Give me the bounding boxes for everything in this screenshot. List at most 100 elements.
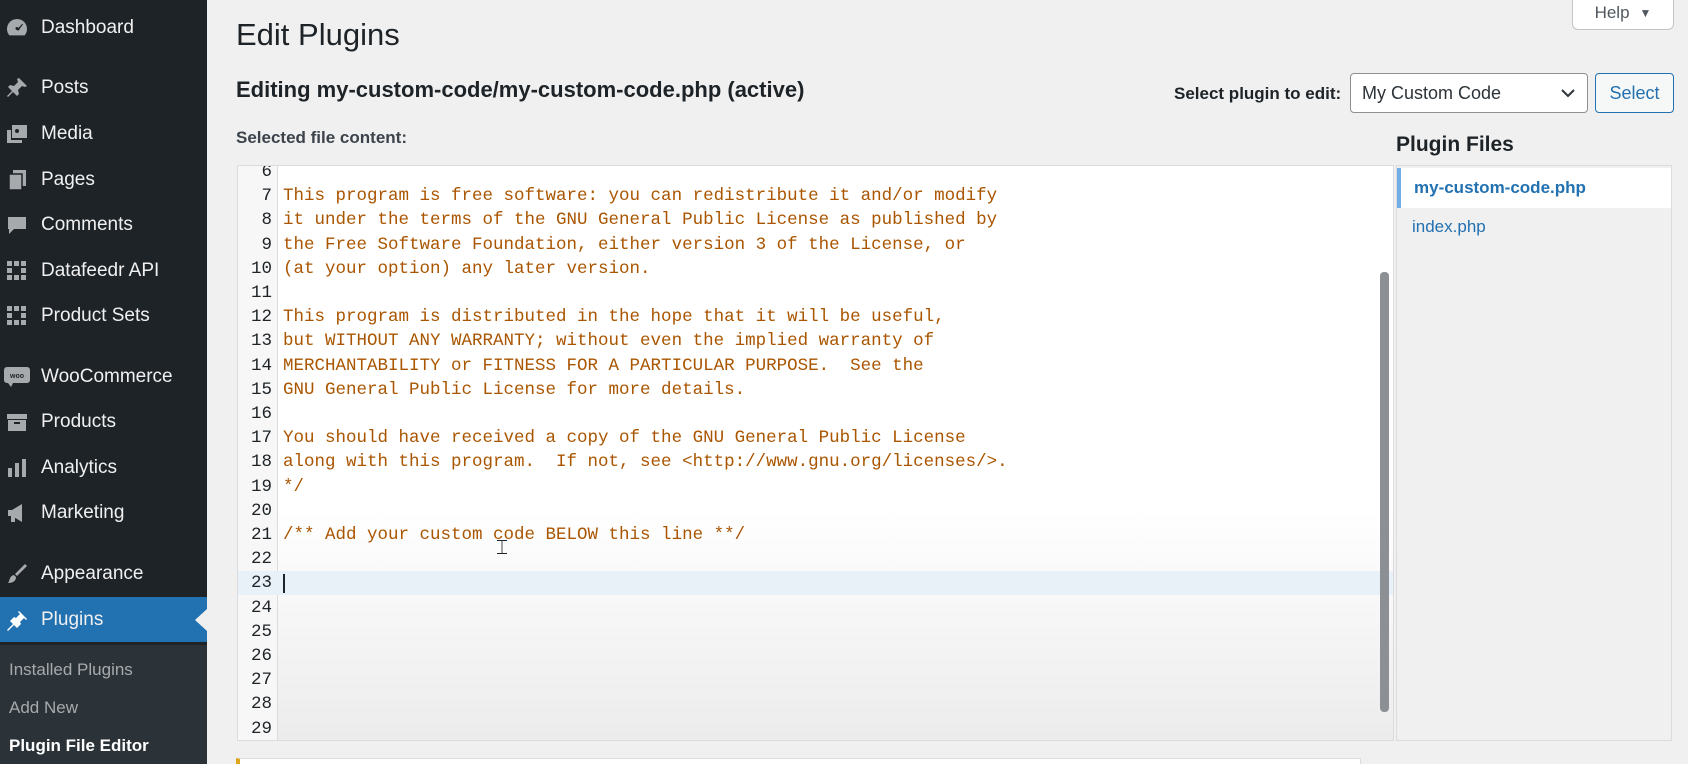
menu-item-marketing[interactable]: Marketing xyxy=(0,490,207,535)
line-number: 17 xyxy=(250,428,272,449)
line-text: /** Add your custom code BELOW this line… xyxy=(283,525,746,545)
caret-down-icon: ▼ xyxy=(1639,5,1652,20)
menu-item-product-sets[interactable]: Product Sets xyxy=(0,293,207,338)
code-line[interactable]: 11 xyxy=(238,281,1393,305)
line-number: 22 xyxy=(250,549,272,570)
submenu-installed-plugins[interactable]: Installed Plugins xyxy=(9,660,133,680)
menu-item-media[interactable]: Media xyxy=(0,111,207,156)
code-line[interactable]: 28 xyxy=(238,692,1393,716)
line-number: 9 xyxy=(261,234,272,255)
help-label: Help xyxy=(1594,2,1630,22)
line-number: 13 xyxy=(250,331,272,352)
menu-item-analytics[interactable]: Analytics xyxy=(0,445,207,490)
code-line[interactable]: 25 xyxy=(238,620,1393,644)
grid-icon xyxy=(4,258,30,284)
code-line[interactable]: 13 but WITHOUT ANY WARRANTY; without even… xyxy=(238,329,1393,353)
menu-label: Datafeedr API xyxy=(41,259,160,281)
woo-icon: woo xyxy=(4,364,30,390)
select-plugin-label: Select plugin to edit: xyxy=(1174,84,1342,103)
line-number: 16 xyxy=(250,404,272,424)
svg-text:woo: woo xyxy=(9,373,24,380)
menu-label: Posts xyxy=(41,76,89,98)
line-text: This program is distributed in the hope … xyxy=(283,307,945,328)
plugin-files-list: my-custom-code.php index.php xyxy=(1396,165,1672,741)
line-number: 28 xyxy=(250,694,272,715)
code-line[interactable]: 21 /** Add your custom code BELOW this li… xyxy=(238,523,1393,547)
code-line[interactable]: 24 xyxy=(238,596,1393,620)
file-content-label: Selected file content: xyxy=(236,128,407,147)
admin-sidebar: Dashboard Posts Media Pages Comments Dat… xyxy=(0,0,207,764)
line-number: 21 xyxy=(250,525,272,545)
menu-item-plugins[interactable]: Plugins xyxy=(0,597,207,642)
code-line[interactable]: 29 xyxy=(238,717,1393,740)
menu-item-dashboard[interactable]: Dashboard xyxy=(0,5,207,50)
menu-label: Comments xyxy=(41,213,133,235)
line-number: 18 xyxy=(250,452,272,473)
code-line[interactable]: 23 xyxy=(238,571,1393,596)
code-line[interactable]: 19 */ xyxy=(238,475,1393,499)
code-line[interactable]: 22 xyxy=(238,547,1393,571)
plug-icon xyxy=(4,607,30,633)
line-text: but WITHOUT ANY WARRANTY; without even t… xyxy=(283,331,935,352)
submenu-plugin-file-editor[interactable]: Plugin File Editor xyxy=(9,736,149,756)
code-line[interactable]: 8 it under the terms of the GNU General P… xyxy=(238,208,1393,232)
code-line[interactable]: 7 This program is free software: you can … xyxy=(238,184,1393,208)
code-line[interactable]: 27 xyxy=(238,668,1393,692)
file-item-index[interactable]: index.php xyxy=(1397,207,1671,247)
menu-item-appearance[interactable]: Appearance xyxy=(0,551,207,596)
code-line[interactable]: 15 GNU General Public License for more de… xyxy=(238,378,1393,402)
code-editor[interactable]: 6 7 This program is free software: you can… xyxy=(237,165,1394,741)
line-number: 10 xyxy=(250,258,272,279)
help-button[interactable]: Help ▼ xyxy=(1572,0,1674,30)
line-number: 6 xyxy=(261,165,272,182)
select-button[interactable]: Select xyxy=(1595,73,1674,113)
menu-label: Product Sets xyxy=(41,304,150,326)
code-line[interactable]: 6 xyxy=(238,165,1393,184)
line-number: 15 xyxy=(250,379,272,400)
editor-scrollbar[interactable] xyxy=(1380,272,1389,712)
code-line[interactable]: 14 MERCHANTABILITY or FITNESS FOR A PARTI… xyxy=(238,354,1393,378)
menu-item-products[interactable]: Products xyxy=(0,399,207,444)
menu-label: Dashboard xyxy=(41,16,134,38)
code-line[interactable]: 9 the Free Software Foundation, either ve… xyxy=(238,233,1393,257)
text-cursor-icon: ⌶ xyxy=(496,535,508,559)
menu-item-comments[interactable]: Comments xyxy=(0,202,207,247)
line-number: 7 xyxy=(261,186,272,207)
code-line[interactable]: 17 You should have received a copy of the… xyxy=(238,426,1393,450)
menu-label: Pages xyxy=(41,168,95,190)
code-line[interactable]: 16 xyxy=(238,402,1393,426)
line-number: 19 xyxy=(250,476,272,497)
line-number: 8 xyxy=(261,210,272,231)
line-number: 20 xyxy=(250,500,272,521)
code-line[interactable]: 10 (at your option) any later version. xyxy=(238,257,1393,281)
plugin-select[interactable]: My Custom Code xyxy=(1350,73,1588,113)
code-line[interactable]: 26 xyxy=(238,644,1393,668)
menu-label: WooCommerce xyxy=(41,365,173,387)
line-number: 12 xyxy=(250,307,272,328)
page-title: Edit Plugins xyxy=(236,17,400,52)
menu-label: Appearance xyxy=(41,562,144,584)
code-line[interactable]: 18 along with this program. If not, see <… xyxy=(238,450,1393,474)
menu-label: Marketing xyxy=(41,501,125,523)
file-item-my-custom-code[interactable]: my-custom-code.php xyxy=(1397,168,1671,208)
code-line[interactable]: 12 This program is distributed in the hop… xyxy=(238,305,1393,329)
line-number: 25 xyxy=(250,621,272,642)
paintbrush-icon xyxy=(4,561,30,587)
menu-item-woocommerce[interactable]: woo WooCommerce xyxy=(0,354,207,399)
bar-chart-icon xyxy=(4,455,30,481)
megaphone-icon xyxy=(4,500,30,526)
code-line[interactable]: 20 xyxy=(238,499,1393,523)
menu-item-pages[interactable]: Pages xyxy=(0,157,207,202)
pin-icon xyxy=(4,75,30,101)
media-icon xyxy=(4,121,30,147)
menu-item-posts[interactable]: Posts xyxy=(0,65,207,110)
line-text: This program is free software: you can r… xyxy=(283,186,998,207)
submenu-add-new[interactable]: Add New xyxy=(9,698,78,718)
line-number: 11 xyxy=(250,283,272,303)
menu-item-datafeedr-api[interactable]: Datafeedr API xyxy=(0,248,207,293)
line-number: 29 xyxy=(250,718,272,739)
text-caret xyxy=(283,574,285,594)
line-text: You should have received a copy of the G… xyxy=(283,428,966,449)
menu-label: Analytics xyxy=(41,456,118,478)
line-text: (at your option) any later version. xyxy=(283,258,651,279)
